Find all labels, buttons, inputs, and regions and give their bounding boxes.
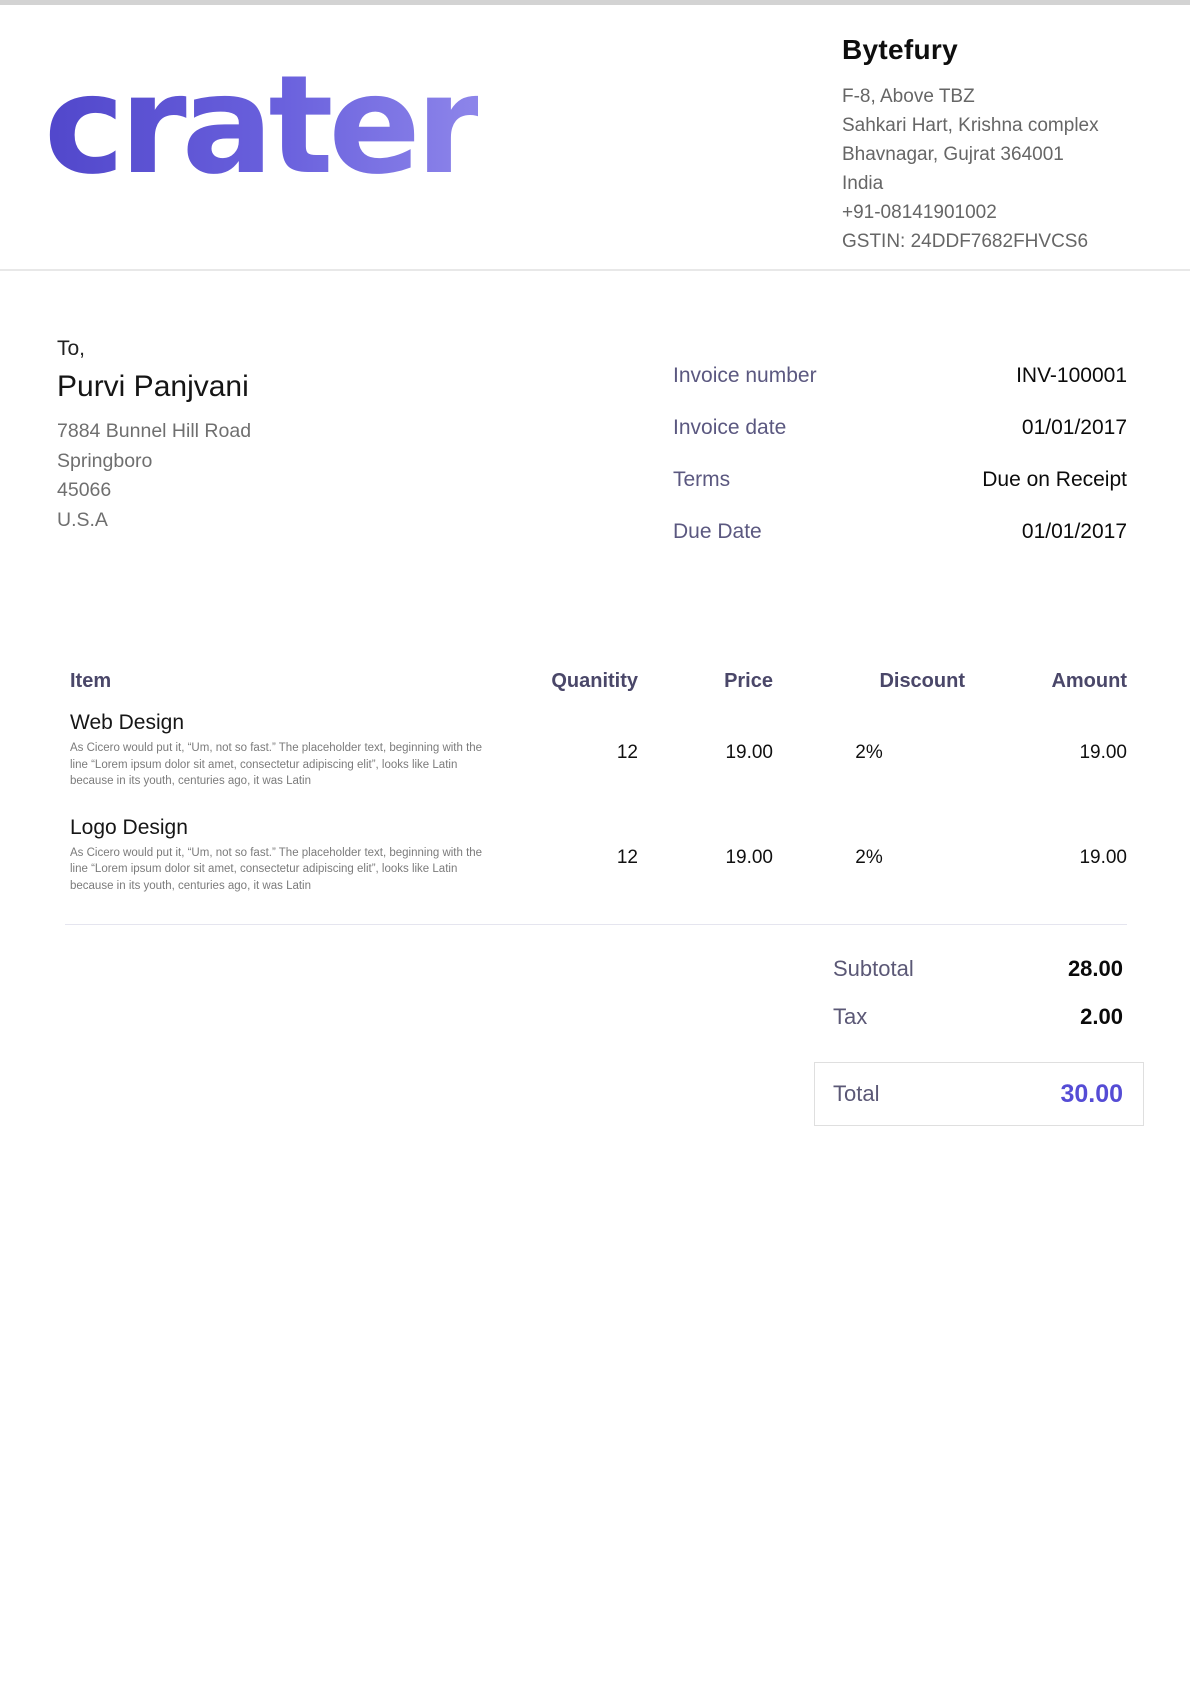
subtotal-row: Subtotal 28.00 bbox=[833, 956, 1123, 982]
terms-row: Terms Due on Receipt bbox=[673, 468, 1127, 520]
items-table: Item Quanitity Price Discount Amount Web… bbox=[70, 670, 1127, 918]
item-name: Logo Design bbox=[70, 814, 530, 841]
customer-name: Purvi Panjvani bbox=[57, 370, 251, 404]
bill-to-label: To, bbox=[57, 334, 251, 364]
total-value: 30.00 bbox=[1060, 1080, 1123, 1109]
subtotal-label: Subtotal bbox=[833, 956, 914, 982]
invoice-page: crater Bytefury F-8, Above TBZ Sahkari H… bbox=[0, 0, 1190, 1684]
tax-row: Tax 2.00 bbox=[833, 1004, 1123, 1030]
customer-address-line: 45066 bbox=[57, 476, 251, 506]
items-table-header: Item Quanitity Price Discount Amount bbox=[70, 670, 1127, 693]
item-discount: 2% bbox=[773, 814, 965, 895]
company-phone: +91-08141901002 bbox=[842, 198, 1099, 227]
crater-logo: crater bbox=[44, 58, 478, 194]
company-info-block: Bytefury F-8, Above TBZ Sahkari Hart, Kr… bbox=[842, 34, 1099, 256]
tax-label: Tax bbox=[833, 1004, 867, 1030]
invoice-number-value: INV-100001 bbox=[1016, 364, 1127, 388]
customer-address-line: U.S.A bbox=[57, 506, 251, 536]
item-discount: 2% bbox=[773, 709, 965, 790]
item-cell: Logo Design As Cicero would put it, “Um,… bbox=[70, 814, 530, 895]
table-row: Logo Design As Cicero would put it, “Um,… bbox=[70, 814, 1127, 895]
item-quantity: 12 bbox=[530, 814, 638, 895]
column-header-price: Price bbox=[638, 670, 773, 693]
item-price: 19.00 bbox=[638, 814, 773, 895]
table-bottom-divider bbox=[65, 924, 1127, 925]
item-quantity: 12 bbox=[530, 709, 638, 790]
item-price: 19.00 bbox=[638, 709, 773, 790]
company-address-line: India bbox=[842, 169, 1099, 198]
bill-to-block: To, Purvi Panjvani 7884 Bunnel Hill Road… bbox=[57, 334, 251, 535]
item-amount: 19.00 bbox=[965, 709, 1127, 790]
invoice-meta-block: Invoice number INV-100001 Invoice date 0… bbox=[673, 364, 1127, 572]
company-address-line: Bhavnagar, Gujrat 364001 bbox=[842, 140, 1099, 169]
items-table-body: Web Design As Cicero would put it, “Um, … bbox=[70, 709, 1127, 894]
terms-value: Due on Receipt bbox=[982, 468, 1127, 492]
column-header-amount: Amount bbox=[965, 670, 1127, 693]
invoice-date-value: 01/01/2017 bbox=[1022, 416, 1127, 440]
terms-label: Terms bbox=[673, 468, 730, 492]
company-address: F-8, Above TBZ Sahkari Hart, Krishna com… bbox=[842, 82, 1099, 256]
total-box: Total 30.00 bbox=[814, 1062, 1144, 1126]
subtotal-value: 28.00 bbox=[1068, 956, 1123, 982]
item-description: As Cicero would put it, “Um, not so fast… bbox=[70, 740, 502, 790]
item-name: Web Design bbox=[70, 709, 530, 736]
item-description: As Cicero would put it, “Um, not so fast… bbox=[70, 845, 502, 895]
company-address-line: Sahkari Hart, Krishna complex bbox=[842, 111, 1099, 140]
company-address-line: F-8, Above TBZ bbox=[842, 82, 1099, 111]
header-divider bbox=[0, 269, 1190, 271]
customer-address-line: Springboro bbox=[57, 447, 251, 477]
due-date-row: Due Date 01/01/2017 bbox=[673, 520, 1127, 572]
tax-value: 2.00 bbox=[1080, 1004, 1123, 1030]
total-label: Total bbox=[833, 1081, 879, 1107]
invoice-number-row: Invoice number INV-100001 bbox=[673, 364, 1127, 416]
invoice-date-row: Invoice date 01/01/2017 bbox=[673, 416, 1127, 468]
page-top-border bbox=[0, 0, 1190, 5]
column-header-quantity: Quanitity bbox=[530, 670, 638, 693]
company-gstin: GSTIN: 24DDF7682FHVCS6 bbox=[842, 227, 1099, 256]
item-cell: Web Design As Cicero would put it, “Um, … bbox=[70, 709, 530, 790]
invoice-number-label: Invoice number bbox=[673, 364, 817, 388]
due-date-value: 01/01/2017 bbox=[1022, 520, 1127, 544]
item-amount: 19.00 bbox=[965, 814, 1127, 895]
column-header-discount: Discount bbox=[773, 670, 965, 693]
invoice-date-label: Invoice date bbox=[673, 416, 786, 440]
due-date-label: Due Date bbox=[673, 520, 762, 544]
table-row: Web Design As Cicero would put it, “Um, … bbox=[70, 709, 1127, 790]
company-name: Bytefury bbox=[842, 34, 1099, 66]
totals-block: Subtotal 28.00 Tax 2.00 bbox=[833, 956, 1123, 1052]
column-header-item: Item bbox=[70, 670, 530, 693]
customer-address-line: 7884 Bunnel Hill Road bbox=[57, 417, 251, 447]
